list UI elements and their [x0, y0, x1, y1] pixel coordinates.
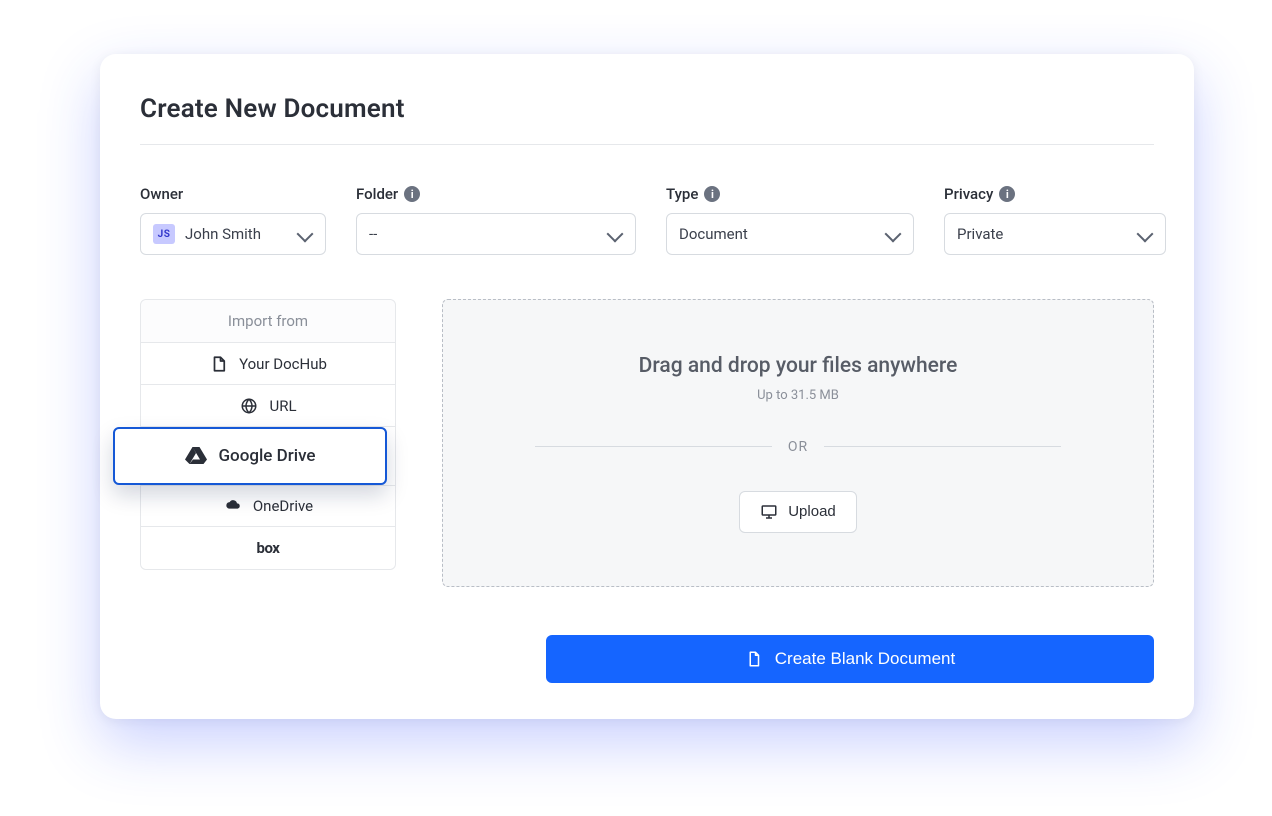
create-blank-document-button[interactable]: Create Blank Document	[546, 635, 1154, 683]
dochub-icon	[209, 354, 229, 374]
import-item-dochub[interactable]: Your DocHub	[141, 343, 395, 385]
import-item-url[interactable]: URL	[141, 385, 395, 427]
fields-row: Owner JS John Smith Folder i --	[140, 185, 1154, 255]
chevron-down-icon	[1137, 226, 1154, 243]
body-row: Import from Your DocHub URL Google Drive	[140, 299, 1154, 587]
dropzone-title: Drag and drop your files anywhere	[639, 354, 958, 378]
privacy-select[interactable]: Private	[944, 213, 1166, 255]
divider	[535, 446, 772, 447]
page-title: Create New Document	[140, 94, 1154, 124]
import-item-google-drive[interactable]: Google Drive	[113, 427, 387, 485]
onedrive-icon	[223, 496, 243, 516]
folder-field: Folder i --	[356, 185, 636, 255]
globe-icon	[239, 396, 259, 416]
dropzone-or-row: OR	[535, 439, 1060, 455]
import-item-label: Google Drive	[218, 446, 315, 466]
dropzone-subtitle: Up to 31.5 MB	[757, 388, 839, 403]
primary-button-label: Create Blank Document	[775, 649, 955, 669]
owner-label: Owner	[140, 185, 326, 203]
divider	[824, 446, 1061, 447]
folder-select[interactable]: --	[356, 213, 636, 255]
type-label: Type i	[666, 185, 914, 203]
import-header: Import from	[141, 300, 395, 343]
type-select[interactable]: Document	[666, 213, 914, 255]
box-logo-text: box	[257, 539, 280, 557]
folder-label: Folder i	[356, 185, 636, 203]
divider	[140, 144, 1154, 145]
privacy-label: Privacy i	[944, 185, 1166, 203]
chevron-down-icon	[297, 226, 314, 243]
info-icon[interactable]: i	[404, 186, 420, 202]
type-field: Type i Document	[666, 185, 914, 255]
owner-label-text: Owner	[140, 185, 183, 203]
monitor-icon	[760, 503, 778, 521]
privacy-label-text: Privacy	[944, 185, 993, 203]
chevron-down-icon	[607, 226, 624, 243]
upload-button[interactable]: Upload	[739, 491, 857, 533]
owner-select[interactable]: JS John Smith	[140, 213, 326, 255]
privacy-field: Privacy i Private	[944, 185, 1166, 255]
import-item-label: URL	[269, 397, 296, 415]
info-icon[interactable]: i	[999, 186, 1015, 202]
import-panel: Import from Your DocHub URL Google Drive	[140, 299, 396, 570]
dropzone-or: OR	[788, 439, 808, 455]
info-icon[interactable]: i	[704, 186, 720, 202]
chevron-down-icon	[885, 226, 902, 243]
import-item-onedrive[interactable]: OneDrive	[141, 485, 395, 527]
folder-value: --	[369, 225, 377, 243]
google-drive-icon	[184, 444, 208, 468]
import-item-label: OneDrive	[253, 497, 313, 515]
owner-avatar: JS	[153, 224, 175, 244]
drop-zone[interactable]: Drag and drop your files anywhere Up to …	[442, 299, 1154, 587]
privacy-value: Private	[957, 225, 1003, 243]
type-value: Document	[679, 225, 748, 243]
type-label-text: Type	[666, 185, 698, 203]
create-document-card: Create New Document Owner JS John Smith …	[100, 54, 1194, 719]
document-icon	[745, 650, 763, 668]
folder-label-text: Folder	[356, 185, 398, 203]
owner-field: Owner JS John Smith	[140, 185, 326, 255]
import-item-box[interactable]: box	[141, 527, 395, 569]
upload-button-label: Upload	[788, 503, 836, 520]
import-item-label: Your DocHub	[239, 355, 327, 373]
owner-value: John Smith	[185, 225, 261, 243]
